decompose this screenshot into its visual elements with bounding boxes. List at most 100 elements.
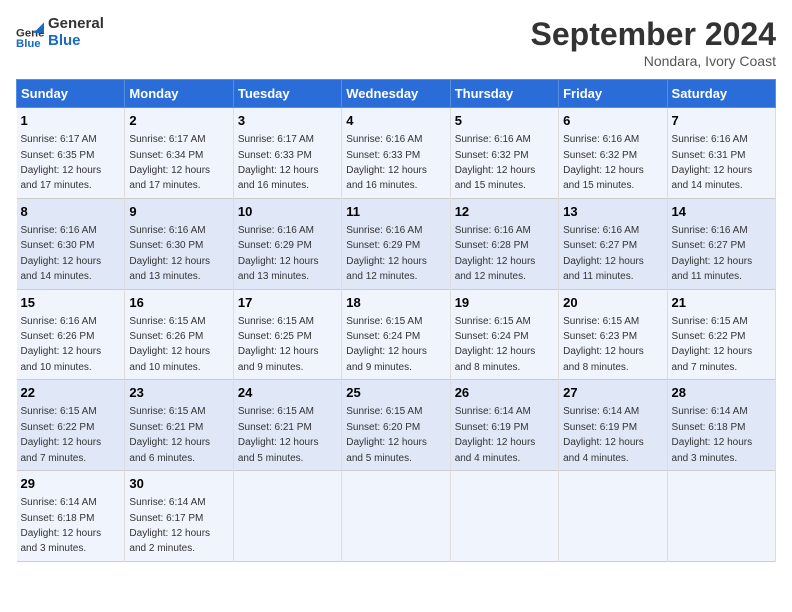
weekday-header: Tuesday: [233, 80, 341, 108]
day-info: Sunrise: 6:17 AMSunset: 6:34 PMDaylight:…: [129, 134, 210, 191]
title-area: September 2024 Nondara, Ivory Coast: [531, 16, 776, 69]
day-info: Sunrise: 6:16 AMSunset: 6:26 PMDaylight:…: [21, 316, 102, 373]
day-info: Sunrise: 6:16 AMSunset: 6:32 PMDaylight:…: [563, 134, 644, 191]
calendar-cell: 4 Sunrise: 6:16 AMSunset: 6:33 PMDayligh…: [342, 108, 450, 199]
day-number: 11: [346, 203, 445, 221]
calendar-cell: 5 Sunrise: 6:16 AMSunset: 6:32 PMDayligh…: [450, 108, 558, 199]
calendar-cell: 9 Sunrise: 6:16 AMSunset: 6:30 PMDayligh…: [125, 198, 233, 289]
day-info: Sunrise: 6:15 AMSunset: 6:22 PMDaylight:…: [21, 406, 102, 463]
day-number: 20: [563, 294, 662, 312]
day-number: 9: [129, 203, 228, 221]
location: Nondara, Ivory Coast: [531, 53, 776, 69]
day-number: 13: [563, 203, 662, 221]
day-number: 3: [238, 112, 337, 130]
calendar-cell: 20 Sunrise: 6:15 AMSunset: 6:23 PMDaylig…: [559, 289, 667, 380]
calendar-cell: 29 Sunrise: 6:14 AMSunset: 6:18 PMDaylig…: [17, 471, 125, 562]
day-number: 27: [563, 384, 662, 402]
day-number: 19: [455, 294, 554, 312]
day-info: Sunrise: 6:15 AMSunset: 6:25 PMDaylight:…: [238, 316, 319, 373]
calendar-cell: 8 Sunrise: 6:16 AMSunset: 6:30 PMDayligh…: [17, 198, 125, 289]
day-info: Sunrise: 6:16 AMSunset: 6:30 PMDaylight:…: [129, 225, 210, 282]
day-info: Sunrise: 6:16 AMSunset: 6:29 PMDaylight:…: [346, 225, 427, 282]
calendar-cell: 11 Sunrise: 6:16 AMSunset: 6:29 PMDaylig…: [342, 198, 450, 289]
calendar-cell: [450, 471, 558, 562]
calendar-cell: 7 Sunrise: 6:16 AMSunset: 6:31 PMDayligh…: [667, 108, 775, 199]
logo-icon: General Blue: [16, 19, 44, 47]
day-info: Sunrise: 6:16 AMSunset: 6:27 PMDaylight:…: [672, 225, 753, 282]
calendar-cell: 22 Sunrise: 6:15 AMSunset: 6:22 PMDaylig…: [17, 380, 125, 471]
day-info: Sunrise: 6:15 AMSunset: 6:23 PMDaylight:…: [563, 316, 644, 373]
weekday-header: Sunday: [17, 80, 125, 108]
calendar-cell: [559, 471, 667, 562]
weekday-header-row: SundayMondayTuesdayWednesdayThursdayFrid…: [17, 80, 776, 108]
calendar-week-row: 15 Sunrise: 6:16 AMSunset: 6:26 PMDaylig…: [17, 289, 776, 380]
logo-text-blue: Blue: [48, 33, 104, 50]
calendar-cell: 23 Sunrise: 6:15 AMSunset: 6:21 PMDaylig…: [125, 380, 233, 471]
day-info: Sunrise: 6:15 AMSunset: 6:22 PMDaylight:…: [672, 316, 753, 373]
calendar-week-row: 1 Sunrise: 6:17 AMSunset: 6:35 PMDayligh…: [17, 108, 776, 199]
calendar-week-row: 22 Sunrise: 6:15 AMSunset: 6:22 PMDaylig…: [17, 380, 776, 471]
day-number: 21: [672, 294, 771, 312]
calendar-cell: 6 Sunrise: 6:16 AMSunset: 6:32 PMDayligh…: [559, 108, 667, 199]
day-info: Sunrise: 6:16 AMSunset: 6:32 PMDaylight:…: [455, 134, 536, 191]
weekday-header: Saturday: [667, 80, 775, 108]
day-info: Sunrise: 6:16 AMSunset: 6:27 PMDaylight:…: [563, 225, 644, 282]
day-info: Sunrise: 6:14 AMSunset: 6:18 PMDaylight:…: [672, 406, 753, 463]
day-number: 29: [21, 475, 121, 493]
calendar-cell: 16 Sunrise: 6:15 AMSunset: 6:26 PMDaylig…: [125, 289, 233, 380]
day-info: Sunrise: 6:15 AMSunset: 6:26 PMDaylight:…: [129, 316, 210, 373]
calendar-cell: 10 Sunrise: 6:16 AMSunset: 6:29 PMDaylig…: [233, 198, 341, 289]
day-info: Sunrise: 6:16 AMSunset: 6:33 PMDaylight:…: [346, 134, 427, 191]
calendar-cell: 14 Sunrise: 6:16 AMSunset: 6:27 PMDaylig…: [667, 198, 775, 289]
calendar-cell: 18 Sunrise: 6:15 AMSunset: 6:24 PMDaylig…: [342, 289, 450, 380]
weekday-header: Monday: [125, 80, 233, 108]
day-info: Sunrise: 6:15 AMSunset: 6:21 PMDaylight:…: [129, 406, 210, 463]
calendar-cell: [342, 471, 450, 562]
day-number: 15: [21, 294, 121, 312]
day-info: Sunrise: 6:16 AMSunset: 6:30 PMDaylight:…: [21, 225, 102, 282]
calendar-week-row: 8 Sunrise: 6:16 AMSunset: 6:30 PMDayligh…: [17, 198, 776, 289]
calendar-cell: 2 Sunrise: 6:17 AMSunset: 6:34 PMDayligh…: [125, 108, 233, 199]
day-number: 8: [21, 203, 121, 221]
day-info: Sunrise: 6:15 AMSunset: 6:21 PMDaylight:…: [238, 406, 319, 463]
calendar-cell: 26 Sunrise: 6:14 AMSunset: 6:19 PMDaylig…: [450, 380, 558, 471]
day-info: Sunrise: 6:16 AMSunset: 6:31 PMDaylight:…: [672, 134, 753, 191]
day-number: 18: [346, 294, 445, 312]
day-number: 6: [563, 112, 662, 130]
day-info: Sunrise: 6:17 AMSunset: 6:35 PMDaylight:…: [21, 134, 102, 191]
day-info: Sunrise: 6:14 AMSunset: 6:19 PMDaylight:…: [455, 406, 536, 463]
day-info: Sunrise: 6:14 AMSunset: 6:17 PMDaylight:…: [129, 497, 210, 554]
day-number: 22: [21, 384, 121, 402]
day-number: 30: [129, 475, 228, 493]
day-number: 17: [238, 294, 337, 312]
calendar-week-row: 29 Sunrise: 6:14 AMSunset: 6:18 PMDaylig…: [17, 471, 776, 562]
day-number: 7: [672, 112, 771, 130]
day-number: 4: [346, 112, 445, 130]
calendar-cell: 13 Sunrise: 6:16 AMSunset: 6:27 PMDaylig…: [559, 198, 667, 289]
calendar-cell: 12 Sunrise: 6:16 AMSunset: 6:28 PMDaylig…: [450, 198, 558, 289]
day-number: 5: [455, 112, 554, 130]
day-info: Sunrise: 6:15 AMSunset: 6:24 PMDaylight:…: [455, 316, 536, 373]
calendar-cell: 30 Sunrise: 6:14 AMSunset: 6:17 PMDaylig…: [125, 471, 233, 562]
day-number: 12: [455, 203, 554, 221]
calendar-cell: 21 Sunrise: 6:15 AMSunset: 6:22 PMDaylig…: [667, 289, 775, 380]
calendar-cell: 19 Sunrise: 6:15 AMSunset: 6:24 PMDaylig…: [450, 289, 558, 380]
calendar-table: SundayMondayTuesdayWednesdayThursdayFrid…: [16, 79, 776, 562]
day-info: Sunrise: 6:16 AMSunset: 6:28 PMDaylight:…: [455, 225, 536, 282]
calendar-cell: 3 Sunrise: 6:17 AMSunset: 6:33 PMDayligh…: [233, 108, 341, 199]
logo-text-general: General: [48, 16, 104, 33]
day-info: Sunrise: 6:17 AMSunset: 6:33 PMDaylight:…: [238, 134, 319, 191]
day-number: 14: [672, 203, 771, 221]
calendar-cell: 24 Sunrise: 6:15 AMSunset: 6:21 PMDaylig…: [233, 380, 341, 471]
calendar-cell: [233, 471, 341, 562]
calendar-cell: 17 Sunrise: 6:15 AMSunset: 6:25 PMDaylig…: [233, 289, 341, 380]
calendar-cell: 28 Sunrise: 6:14 AMSunset: 6:18 PMDaylig…: [667, 380, 775, 471]
day-info: Sunrise: 6:14 AMSunset: 6:18 PMDaylight:…: [21, 497, 102, 554]
weekday-header: Thursday: [450, 80, 558, 108]
month-title: September 2024: [531, 16, 776, 53]
weekday-header: Friday: [559, 80, 667, 108]
calendar-cell: 27 Sunrise: 6:14 AMSunset: 6:19 PMDaylig…: [559, 380, 667, 471]
day-number: 25: [346, 384, 445, 402]
day-number: 1: [21, 112, 121, 130]
day-info: Sunrise: 6:15 AMSunset: 6:20 PMDaylight:…: [346, 406, 427, 463]
